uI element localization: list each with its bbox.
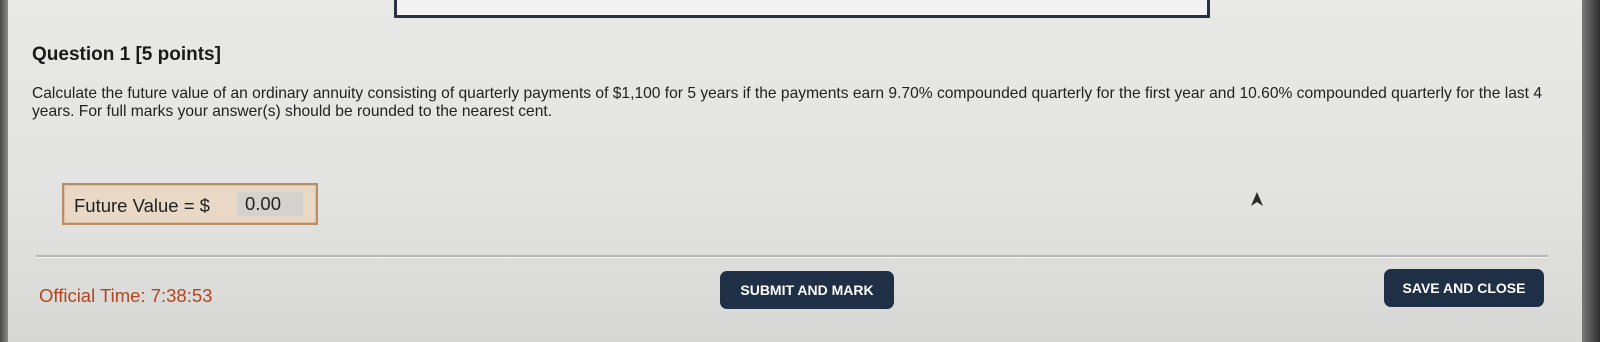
submit-and-mark-button[interactable]: SUBMIT AND MARK bbox=[720, 271, 894, 309]
future-value-answer-box: Future Value = $ bbox=[62, 183, 318, 225]
future-value-label: Future Value = $ bbox=[74, 195, 210, 216]
monitor-bezel-left bbox=[0, 0, 8, 342]
save-and-close-button[interactable]: SAVE AND CLOSE bbox=[1384, 269, 1544, 307]
question-text: Calculate the future value of an ordinar… bbox=[32, 85, 1542, 120]
top-frame-panel bbox=[394, 0, 1210, 18]
quiz-screen: Question 1 [5 points] Calculate the futu… bbox=[8, 0, 1582, 342]
future-value-input[interactable] bbox=[237, 192, 303, 216]
question-title: Question 1 [5 points] bbox=[32, 44, 221, 65]
official-time: Official Time: 7:38:53 bbox=[39, 285, 213, 306]
mouse-pointer-icon bbox=[1251, 192, 1263, 206]
monitor-bezel-right bbox=[1582, 0, 1600, 342]
footer-divider bbox=[36, 255, 1548, 258]
